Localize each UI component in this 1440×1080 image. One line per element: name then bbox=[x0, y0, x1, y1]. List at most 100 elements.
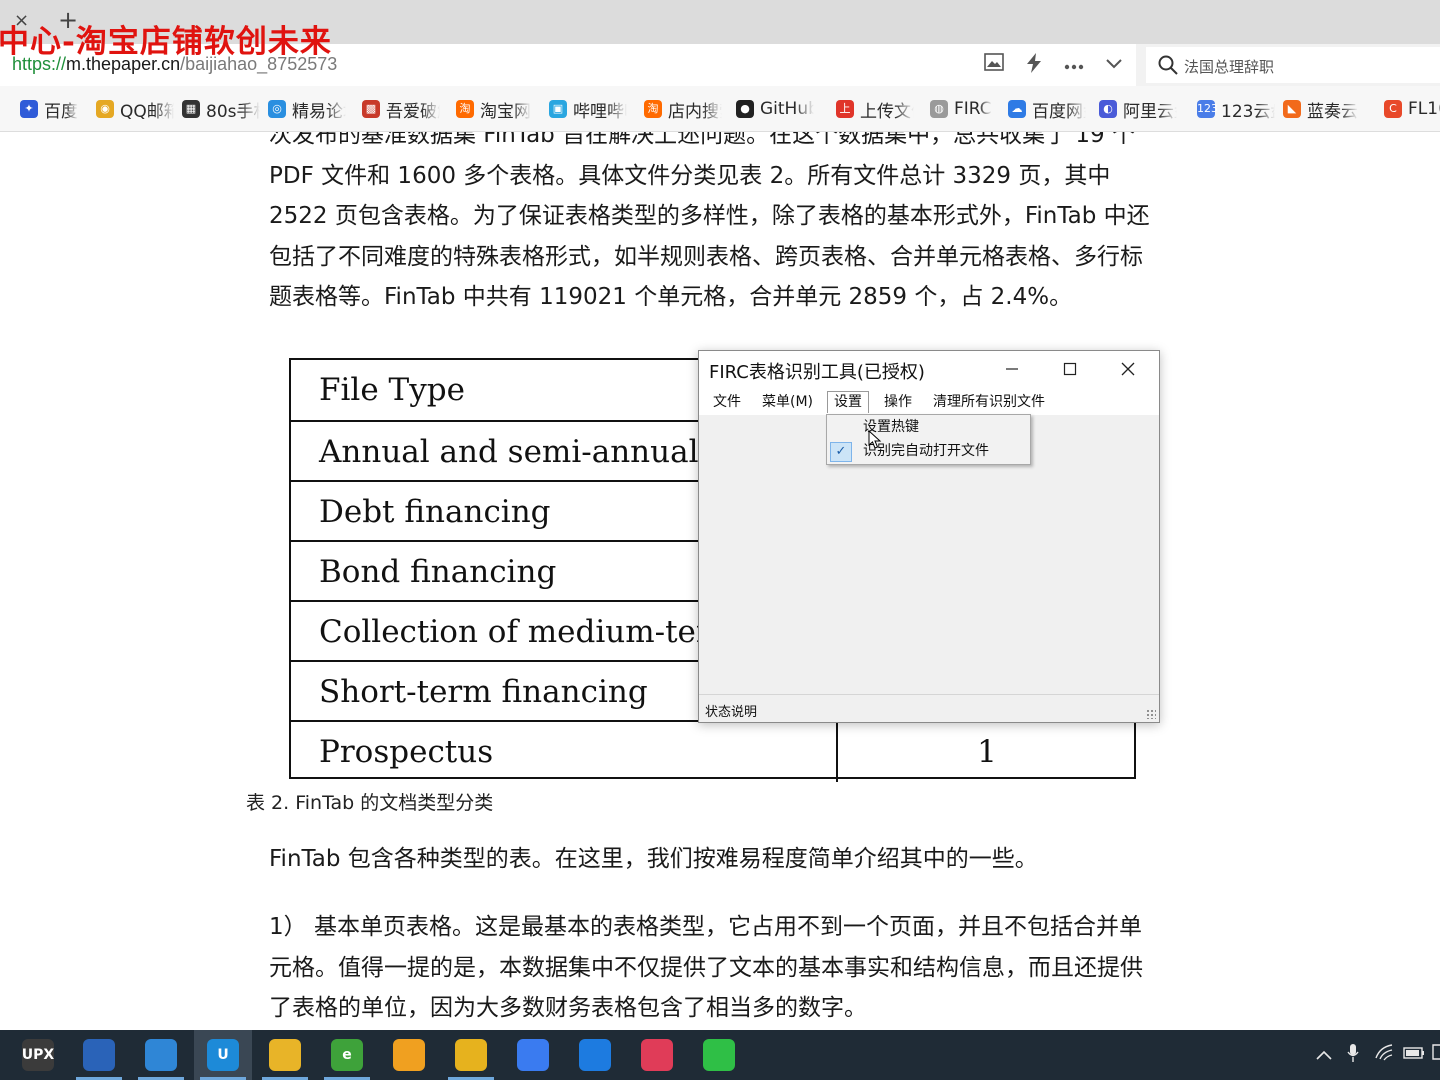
wechat-icon bbox=[703, 1039, 735, 1071]
taobao-icon: 淘 bbox=[456, 100, 474, 118]
bookmark-item[interactable]: ☁ 百度网盘 bbox=[1008, 98, 1086, 122]
bookmark-item[interactable]: ◐ 阿里云盘 bbox=[1099, 98, 1177, 122]
menu-file[interactable]: 文件 bbox=[707, 391, 747, 413]
taskbar-app-python-ide[interactable] bbox=[70, 1030, 128, 1080]
close-icon bbox=[1121, 362, 1135, 376]
bookmark-label: 百度 bbox=[44, 101, 78, 122]
image-icon[interactable] bbox=[982, 53, 1006, 77]
minimize-button[interactable] bbox=[983, 351, 1041, 387]
resize-grip-icon[interactable] bbox=[1146, 709, 1156, 719]
bookmark-label: 80s手机 bbox=[206, 101, 260, 122]
taskbar-app-chart-app[interactable] bbox=[442, 1030, 500, 1080]
taskbar-app-music-player[interactable] bbox=[380, 1030, 438, 1080]
taskbar-app-upx[interactable]: UPX bbox=[9, 1030, 67, 1080]
taskbar-app-wechat[interactable] bbox=[690, 1030, 748, 1080]
search-input[interactable]: 法国总理辞职 bbox=[1184, 56, 1274, 77]
bookmark-item[interactable]: 淘店内搜索 bbox=[644, 98, 722, 122]
video-overlay-title: 中心-淘宝店铺软创未来 bbox=[0, 24, 332, 60]
lanzou-icon: ◣ bbox=[1283, 100, 1301, 118]
dialog-title: FIRC表格识别工具(已授权) bbox=[709, 362, 925, 383]
bookmarks-bar: ✦ 百度 ◉QQ邮箱 ▦ 80s手机 ◎ 精易论坛 ▩ 吾爱破解淘淘宝网 ▣哔哩哔哩淘店内搜索 ●G… bbox=[0, 86, 1440, 132]
maximize-button[interactable] bbox=[1041, 351, 1099, 387]
menu-item-set-hotkey[interactable]: 设置热键 bbox=[828, 416, 1029, 439]
file-explorer-icon bbox=[269, 1039, 301, 1071]
status-text: 状态说明 bbox=[705, 705, 758, 720]
bookmark-item[interactable]: 淘淘宝网 bbox=[456, 98, 531, 122]
bookmark-item[interactable]: C FL16 bbox=[1384, 98, 1440, 120]
bookmark-item[interactable]: ▦ 80s手机 bbox=[182, 98, 260, 122]
article-paragraph: 1） 基本单页表格。这是最基本的表格类型，它占用不到一个页面，并且不包括合并单元… bbox=[269, 914, 1143, 1021]
paw-icon: ✦ bbox=[20, 100, 38, 118]
taskbar-app-video-editor[interactable] bbox=[628, 1030, 686, 1080]
bookmark-item[interactable]: 上上传文件 bbox=[836, 98, 914, 122]
chart-app-icon bbox=[455, 1039, 487, 1071]
maximize-icon bbox=[1063, 362, 1077, 376]
github-icon: ● bbox=[736, 100, 754, 118]
taskbar-app-feishu[interactable] bbox=[504, 1030, 562, 1080]
bookmark-label: 精易论坛 bbox=[292, 101, 346, 122]
menu-item-auto-open[interactable]: ✓ 识别完自动打开文件 bbox=[828, 440, 1029, 463]
taskbar-app-todo-app[interactable] bbox=[566, 1030, 624, 1080]
bookmark-item[interactable]: ◣ 蓝奏云 bbox=[1283, 98, 1358, 122]
bookmark-item[interactable]: 123123云盘 bbox=[1197, 98, 1275, 122]
taskbar-app-file-explorer[interactable] bbox=[256, 1030, 314, 1080]
checkmark-icon: ✓ bbox=[830, 442, 852, 462]
battery-icon[interactable] bbox=[1402, 1043, 1426, 1067]
bookmark-item[interactable]: ✦ 百度 bbox=[20, 98, 78, 122]
qq-mail-icon: ◉ bbox=[96, 100, 114, 118]
bookmark-label: 吾爱破解 bbox=[386, 101, 440, 122]
bookmark-label: FL16 bbox=[1408, 99, 1440, 119]
wuai-icon: ▩ bbox=[362, 100, 380, 118]
bookmark-item[interactable]: ◎ 精易论坛 bbox=[268, 98, 346, 122]
taskbar-app-notebook[interactable] bbox=[132, 1030, 190, 1080]
bookmark-label: 蓝奏云 bbox=[1307, 101, 1358, 122]
bookmark-item[interactable]: ◉ QQ邮箱 bbox=[96, 98, 174, 122]
python-ide-icon bbox=[83, 1039, 115, 1071]
ie-browser-icon: e bbox=[331, 1039, 363, 1071]
c-icon: C bbox=[1384, 100, 1402, 118]
film-icon: ▦ bbox=[182, 100, 200, 118]
article-paragraph: 次发布的基准数据集 FinTab 旨在解决上述问题。在这个数据集中，总共收集了 … bbox=[269, 132, 1150, 310]
firc-dialog-window: FIRC表格识别工具(已授权) 文件 菜单(M) 设置 操作 清理所有识别文件 … bbox=[698, 350, 1160, 723]
globe-icon: ◍ bbox=[930, 100, 948, 118]
more-icon[interactable] bbox=[1062, 53, 1086, 77]
menu-menu[interactable]: 菜单(M) bbox=[756, 391, 819, 413]
settings-dropdown: 设置热键 ✓ 识别完自动打开文件 bbox=[826, 414, 1031, 465]
search-box[interactable]: 法国总理辞职 bbox=[1146, 47, 1440, 83]
close-button[interactable] bbox=[1099, 351, 1157, 387]
minimize-icon bbox=[1006, 368, 1018, 370]
bookmark-item[interactable]: ▣ 哔哩哔哩 bbox=[549, 98, 627, 122]
menu-settings[interactable]: 设置 bbox=[827, 391, 869, 413]
dialog-title-bar[interactable]: FIRC表格识别工具(已授权) bbox=[699, 351, 1159, 387]
menu-operation[interactable]: 操作 bbox=[878, 391, 918, 413]
article-paragraph: FinTab 包含各种类型的表。在这里，我们按难易程度简单介绍其中的一些。 bbox=[269, 846, 1038, 872]
eye-icon: ◎ bbox=[268, 100, 286, 118]
taskbar: UPX Ue bbox=[0, 1030, 1440, 1080]
bookmark-item[interactable]: ● GitHub bbox=[736, 98, 814, 120]
microphone-icon[interactable] bbox=[1341, 1043, 1365, 1067]
notification-icon[interactable] bbox=[1430, 1043, 1440, 1067]
taskbar-app-ie-browser[interactable]: e bbox=[318, 1030, 376, 1080]
bookmark-label: 上传文件 bbox=[860, 101, 914, 122]
taobao-icon: 淘 bbox=[644, 100, 662, 118]
upx-icon: UPX bbox=[22, 1039, 54, 1071]
tray-expand-icon[interactable] bbox=[1312, 1043, 1336, 1067]
table-caption: 表 2. FinTab 的文档类型分类 bbox=[246, 792, 494, 814]
bookmark-label: 百度网盘 bbox=[1032, 101, 1086, 122]
wifi-icon[interactable] bbox=[1372, 1043, 1396, 1067]
video-editor-icon bbox=[641, 1039, 673, 1071]
bookmark-label: FIRC bbox=[954, 99, 992, 119]
todo-app-icon bbox=[579, 1039, 611, 1071]
taskbar-app-browser-u[interactable]: U bbox=[194, 1030, 252, 1080]
bookmark-item[interactable]: ▩ 吾爱破解 bbox=[362, 98, 440, 122]
table-row: Prospectus 1 bbox=[291, 720, 1136, 782]
bookmark-label: 阿里云盘 bbox=[1123, 101, 1177, 122]
menu-clean-files[interactable]: 清理所有识别文件 bbox=[927, 391, 1051, 413]
pan123-icon: 123 bbox=[1197, 100, 1218, 118]
bookmark-label: 123云盘 bbox=[1221, 101, 1275, 122]
bookmark-item[interactable]: ◍ FIRC bbox=[930, 98, 992, 120]
browser-u-icon: U bbox=[207, 1039, 239, 1071]
chevron-down-icon[interactable] bbox=[1102, 53, 1126, 77]
table-cell-type: Prospectus bbox=[319, 734, 494, 770]
lightning-icon[interactable] bbox=[1022, 53, 1046, 77]
